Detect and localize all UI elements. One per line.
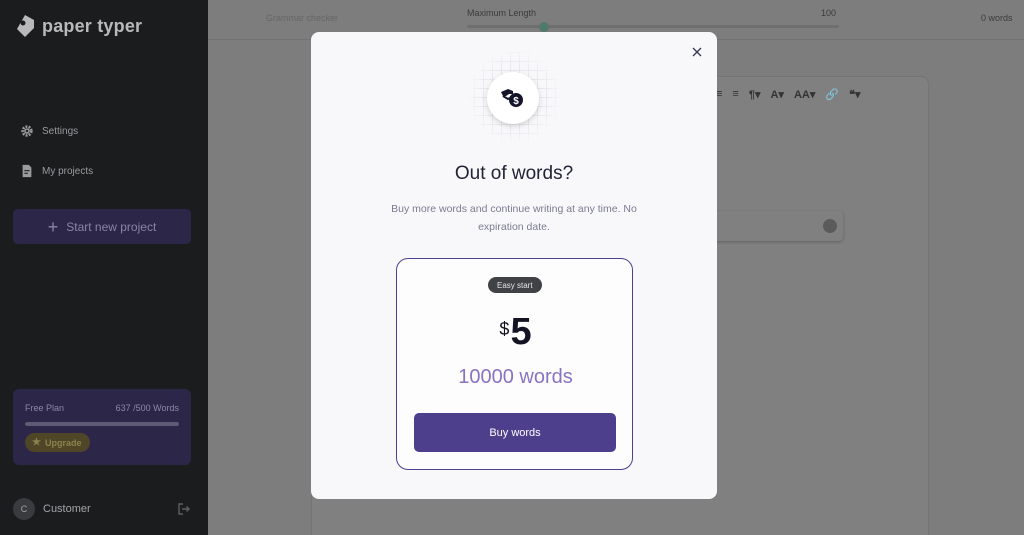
user-profile[interactable]: C Customer bbox=[13, 498, 191, 520]
plan-usage-bar bbox=[25, 422, 179, 426]
star-icon: ★ bbox=[32, 437, 41, 448]
hero-icon-badge: $ bbox=[487, 72, 539, 124]
offer-price: $5 bbox=[397, 311, 634, 354]
plan-card: Free Plan 637 /500 Words ★ Upgrade bbox=[13, 389, 191, 465]
font-color-icon[interactable]: A▾ bbox=[770, 88, 783, 101]
offer-card[interactable]: Easy start $5 10000 words Buy words bbox=[396, 258, 633, 470]
plus-icon: + bbox=[47, 216, 59, 237]
gear-icon bbox=[21, 125, 33, 137]
tab-grammar-checker[interactable]: Grammar checker bbox=[266, 13, 338, 23]
sidebar-item-my-projects[interactable]: My projects bbox=[20, 164, 93, 178]
plan-name: Free Plan bbox=[25, 403, 65, 413]
close-button[interactable] bbox=[689, 44, 705, 60]
sidebar: paper typer Settings My projects + Start… bbox=[0, 0, 208, 535]
document-icon bbox=[22, 164, 32, 178]
user-name: Customer bbox=[43, 503, 91, 515]
max-length-slider-handle[interactable] bbox=[539, 22, 549, 32]
word-count: 0 words bbox=[981, 13, 1013, 23]
paragraph-icon[interactable]: ¶▾ bbox=[749, 88, 761, 101]
brand-logo[interactable]: paper typer bbox=[14, 14, 142, 38]
link-icon[interactable]: 🔗 bbox=[825, 88, 839, 101]
price-currency: $ bbox=[499, 319, 510, 339]
plan-usage-fill bbox=[25, 422, 179, 426]
svg-text:$: $ bbox=[513, 96, 519, 107]
sidebar-item-label: My projects bbox=[42, 165, 94, 177]
max-length-label: Maximum Length bbox=[467, 8, 537, 18]
close-icon bbox=[692, 47, 702, 57]
editor-toolbar: ≡ ≡ ¶▾ A▾ AA▾ 🔗 ❝▾ bbox=[716, 88, 861, 101]
font-size-icon[interactable]: AA▾ bbox=[794, 88, 815, 101]
start-new-project-button[interactable]: + Start new project bbox=[13, 209, 191, 244]
start-new-project-label: Start new project bbox=[66, 219, 157, 234]
quote-icon[interactable]: ❝▾ bbox=[849, 88, 860, 101]
max-length-slider[interactable] bbox=[467, 25, 839, 28]
plan-usage-count: 637 /500 Words bbox=[115, 403, 179, 413]
send-icon[interactable] bbox=[823, 219, 837, 233]
modal-title: Out of words? bbox=[454, 163, 574, 184]
hand-coin-icon: $ bbox=[501, 89, 523, 107]
offer-badge: Easy start bbox=[488, 277, 542, 293]
upgrade-label: Upgrade bbox=[44, 437, 82, 448]
upgrade-button[interactable]: ★ Upgrade bbox=[25, 433, 91, 452]
sidebar-item-label: Settings bbox=[42, 125, 79, 137]
offer-words: 10000 words bbox=[458, 366, 573, 388]
sidebar-item-settings[interactable]: Settings bbox=[20, 124, 78, 138]
paper-typer-logo-icon bbox=[17, 15, 34, 37]
max-length-value: 100 bbox=[821, 8, 837, 18]
prompt-input[interactable] bbox=[715, 211, 843, 241]
avatar: C bbox=[13, 498, 35, 520]
buy-words-button[interactable]: Buy words bbox=[414, 413, 616, 452]
indent-icon[interactable]: ≡ bbox=[732, 88, 738, 101]
logout-icon[interactable] bbox=[177, 502, 191, 516]
modal-description: Buy more words and continue writing at a… bbox=[391, 203, 637, 233]
price-amount: 5 bbox=[510, 311, 532, 353]
out-of-words-modal: $ Out of words? Buy more words and conti… bbox=[311, 32, 717, 499]
brand-name: paper typer bbox=[42, 15, 143, 36]
